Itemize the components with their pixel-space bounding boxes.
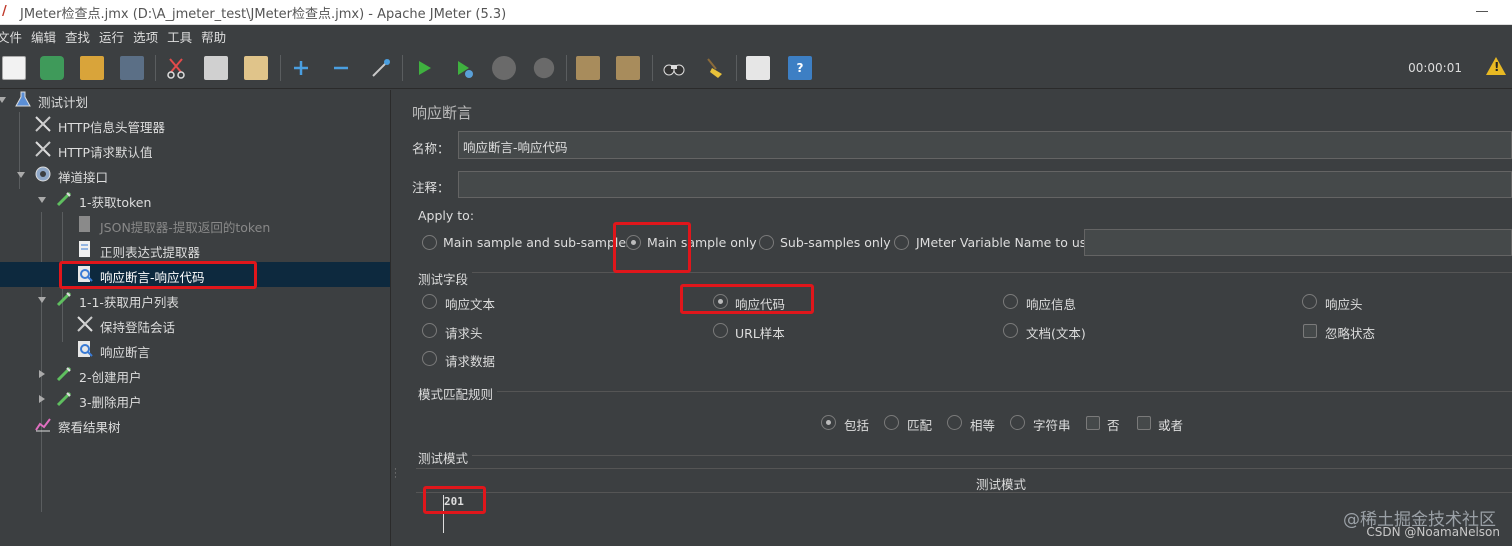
highlight-tree-node — [59, 261, 257, 289]
search-binoculars-icon[interactable] — [662, 56, 686, 80]
tree-node-keep-session[interactable]: 保持登陆会话 — [0, 312, 390, 337]
stop-icon[interactable] — [492, 56, 516, 80]
tree-node-http-header-manager[interactable]: HTTP信息头管理器 — [0, 112, 390, 137]
test-patterns-column-header: 测试模式 — [976, 477, 1027, 492]
clear-icon[interactable] — [576, 56, 600, 80]
comment-label: 注释： — [412, 180, 450, 195]
save-icon[interactable] — [120, 56, 144, 80]
start-no-pauses-icon[interactable] — [452, 56, 476, 80]
magnifier-icon — [78, 341, 93, 357]
field-request-data-radio[interactable] — [422, 351, 437, 366]
tree-node-view-results-tree[interactable]: 察看结果树 — [0, 412, 390, 437]
document-icon — [79, 216, 90, 232]
menu-run[interactable]: 运行 — [99, 27, 129, 46]
rule-matches-radio[interactable] — [884, 415, 899, 430]
menu-help[interactable]: 帮助 — [201, 27, 231, 46]
expand-icon[interactable] — [289, 56, 313, 80]
menu-options[interactable]: 选项 — [133, 27, 163, 46]
tree-node-response-assertion[interactable]: 响应断言 — [0, 337, 390, 362]
pipette-icon — [56, 366, 72, 382]
comment-input[interactable] — [458, 171, 1512, 198]
apply-to-label: Apply to: — [418, 208, 475, 223]
field-url-sampled-radio[interactable] — [713, 323, 728, 338]
clear-all-icon[interactable] — [616, 56, 640, 80]
rule-not-checkbox[interactable] — [1086, 416, 1100, 430]
collapse-icon[interactable] — [329, 56, 353, 80]
menu-edit[interactable]: 编辑 — [31, 27, 61, 46]
pattern-rules-label: 模式匹配规则 — [418, 384, 498, 403]
rule-or-checkbox[interactable] — [1137, 416, 1151, 430]
reset-search-broom-icon[interactable] — [702, 56, 726, 80]
document-icon — [79, 241, 90, 257]
rule-substring-radio[interactable] — [1010, 415, 1025, 430]
warning-icon[interactable] — [1486, 57, 1506, 75]
test-patterns-label: 测试模式 — [418, 448, 473, 467]
tree-node-http-defaults[interactable]: HTTP请求默认值 — [0, 137, 390, 162]
field-document-text-radio[interactable] — [1003, 323, 1018, 338]
start-icon[interactable] — [412, 56, 436, 80]
credit: CSDN @NoamaNelson — [1366, 525, 1500, 539]
function-helper-icon[interactable] — [746, 56, 770, 80]
field-response-headers-radio[interactable] — [1302, 294, 1317, 309]
paste-icon[interactable] — [244, 56, 268, 80]
name-input[interactable]: 响应断言-响应代码 — [458, 131, 1512, 159]
copy-icon[interactable] — [204, 56, 228, 80]
page-title: 响应断言 — [412, 104, 473, 122]
highlight-main-sample-only — [613, 222, 691, 273]
highlight-test-pattern — [423, 486, 486, 514]
tree-node-thread-group[interactable]: 禅道接口 — [0, 162, 390, 187]
templates-icon[interactable] — [40, 56, 64, 80]
jmeter-variable-input[interactable] — [1084, 229, 1512, 256]
test-field-label: 测试字段 — [418, 269, 473, 288]
chart-icon — [35, 418, 51, 432]
field-request-headers-radio[interactable] — [422, 323, 437, 338]
help-icon[interactable]: ? — [788, 56, 812, 80]
highlight-response-code — [680, 284, 814, 314]
cut-icon[interactable] — [164, 56, 188, 80]
test-plan-tree: 测试计划 HTTP信息头管理器 HTTP请求默认值 禅道接口 1-获取token… — [0, 90, 390, 546]
menu-file[interactable]: 文件 — [0, 27, 27, 46]
menu-bar: 文件 编辑 查找 运行 选项 工具 帮助 — [0, 25, 1512, 47]
flask-icon — [15, 91, 31, 107]
rule-contains-radio[interactable] — [821, 415, 836, 430]
rule-equals-radio[interactable] — [947, 415, 962, 430]
shutdown-icon[interactable] — [533, 57, 555, 79]
apply-main-and-sub-radio[interactable] — [422, 235, 437, 250]
tree-node-test-plan[interactable]: 测试计划 — [0, 87, 390, 112]
name-label: 名称： — [412, 141, 450, 156]
field-response-text-radio[interactable] — [422, 294, 437, 309]
tree-node-get-token[interactable]: 1-获取token — [0, 187, 390, 212]
pipette-icon — [56, 391, 72, 407]
menu-tools[interactable]: 工具 — [167, 27, 197, 46]
test-patterns-table-header[interactable]: 测试模式 — [416, 468, 1512, 493]
open-folder-icon[interactable] — [80, 56, 104, 80]
menu-search[interactable]: 查找 — [65, 27, 95, 46]
split-pane-divider[interactable]: · · · — [390, 90, 400, 546]
tree-node-json-extractor[interactable]: JSON提取器-提取返回的token — [0, 212, 390, 237]
tree-node-regex-extractor[interactable]: 正则表达式提取器 — [0, 237, 390, 262]
wrench-icon — [35, 116, 51, 132]
pipette-icon — [56, 191, 72, 207]
toggle-icon[interactable] — [369, 56, 393, 80]
toolbar: ? 00:00:01 — [0, 47, 1512, 89]
jmeter-feather-icon: / — [2, 4, 7, 19]
tree-node-get-user-list[interactable]: 1-1-获取用户列表 — [0, 287, 390, 312]
pipette-icon — [56, 291, 72, 307]
tree-node-create-user[interactable]: 2-创建用户 — [0, 362, 390, 387]
tree-node-delete-user[interactable]: 3-删除用户 — [0, 387, 390, 412]
minimize-icon[interactable] — [1476, 11, 1488, 12]
ignore-status-checkbox[interactable] — [1303, 324, 1317, 338]
wrench-icon — [35, 141, 51, 157]
window-title-bar: / JMeter检查点.jmx (D:\A_jmeter_test\JMeter… — [0, 0, 1512, 25]
window-title: JMeter检查点.jmx (D:\A_jmeter_test\JMeter检查… — [20, 6, 507, 22]
wrench-icon — [77, 316, 93, 332]
new-file-icon[interactable] — [2, 56, 26, 80]
gear-icon — [35, 166, 51, 182]
field-response-message-radio[interactable] — [1003, 294, 1018, 309]
elapsed-timer: 00:00:01 — [1408, 61, 1462, 75]
apply-jmeter-variable-radio[interactable] — [894, 235, 909, 250]
apply-sub-only-radio[interactable] — [759, 235, 774, 250]
